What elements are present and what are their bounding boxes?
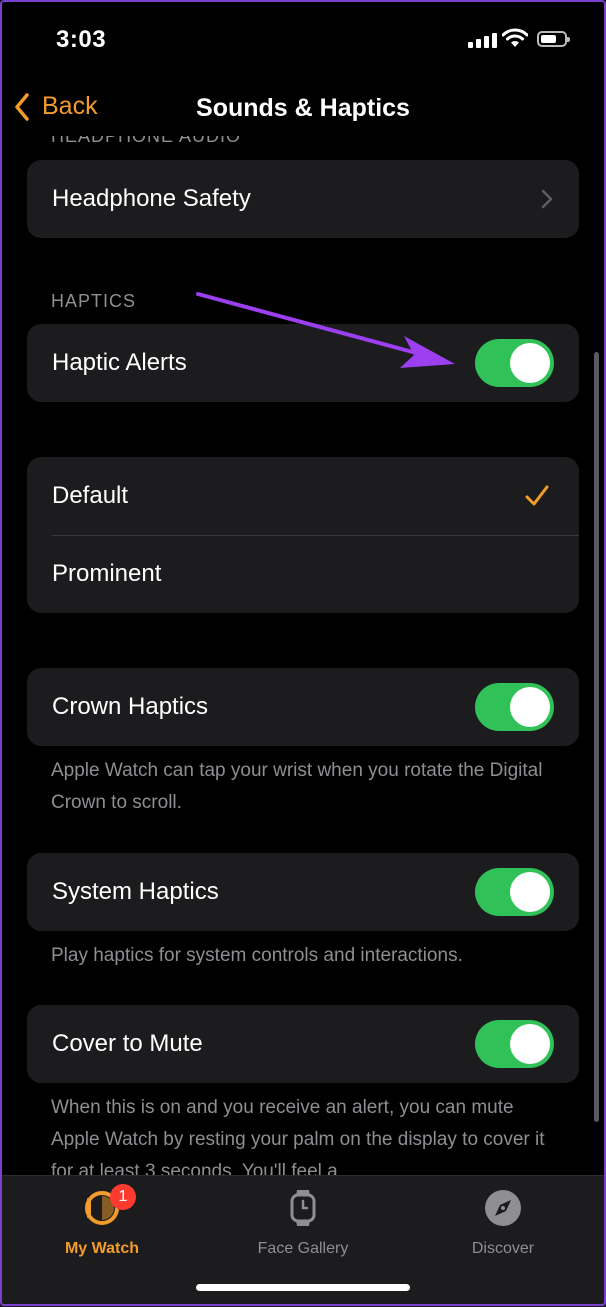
haptic-alerts-toggle[interactable] (475, 339, 554, 387)
checkmark-icon (525, 485, 549, 506)
crown-haptics-row: Crown Haptics (27, 668, 579, 746)
cover-to-mute-row: Cover to Mute (27, 1005, 579, 1083)
haptic-strength-card: Default Prominent (27, 457, 579, 613)
haptic-alerts-row: Haptic Alerts (27, 324, 579, 402)
haptic-alerts-label: Haptic Alerts (52, 349, 187, 376)
crown-haptics-footnote: Apple Watch can tap your wrist when you … (51, 760, 543, 813)
headphone-safety-row[interactable]: Headphone Safety (27, 160, 579, 238)
crown-haptics-card: Crown Haptics (27, 668, 579, 746)
cover-to-mute-toggle[interactable] (475, 1020, 554, 1068)
option-default-row[interactable]: Default (27, 457, 579, 535)
haptic-alerts-card: Haptic Alerts (27, 324, 579, 402)
system-haptics-row: System Haptics (27, 853, 579, 931)
crown-haptics-toggle[interactable] (475, 683, 554, 731)
watch-face-icon (290, 1190, 316, 1226)
compass-icon (485, 1190, 521, 1226)
crown-haptics-label: Crown Haptics (52, 693, 209, 720)
section-header-haptics: HAPTICS (51, 291, 137, 311)
cellular-signal-icon (468, 33, 497, 48)
cover-to-mute-footnote: When this is on and you receive an alert… (51, 1097, 545, 1182)
cover-to-mute-label: Cover to Mute (52, 1030, 203, 1057)
section-header-headphone-audio: HEADPHONE AUDIO (51, 126, 242, 146)
page-title: Sounds & Haptics (196, 94, 410, 122)
system-haptics-footnote: Play haptics for system controls and int… (51, 945, 463, 966)
home-indicator (196, 1284, 410, 1291)
system-haptics-card: System Haptics (27, 853, 579, 931)
chevron-right-icon (541, 189, 553, 209)
notification-badge: 1 (110, 1184, 136, 1210)
option-default-label: Default (52, 482, 129, 509)
status-time: 3:03 (56, 26, 107, 53)
tab-discover-label: Discover (471, 1240, 535, 1257)
tab-discover[interactable]: Discover (433, 1188, 573, 1258)
option-prominent-row[interactable]: Prominent (27, 535, 579, 613)
option-prominent-label: Prominent (52, 560, 162, 587)
battery-icon (537, 31, 570, 47)
tab-face-gallery[interactable]: Face Gallery (233, 1188, 373, 1258)
tab-my-watch[interactable]: 1 My Watch (32, 1184, 172, 1258)
wifi-icon (502, 28, 528, 47)
scrollbar[interactable] (594, 352, 599, 1122)
cover-to-mute-card: Cover to Mute (27, 1005, 579, 1083)
headphone-safety-label: Headphone Safety (52, 185, 251, 212)
tab-face-gallery-label: Face Gallery (257, 1240, 349, 1257)
tab-my-watch-label: My Watch (64, 1240, 140, 1257)
system-haptics-toggle[interactable] (475, 868, 554, 916)
headphone-safety-card: Headphone Safety (27, 160, 579, 238)
system-haptics-label: System Haptics (52, 878, 219, 905)
